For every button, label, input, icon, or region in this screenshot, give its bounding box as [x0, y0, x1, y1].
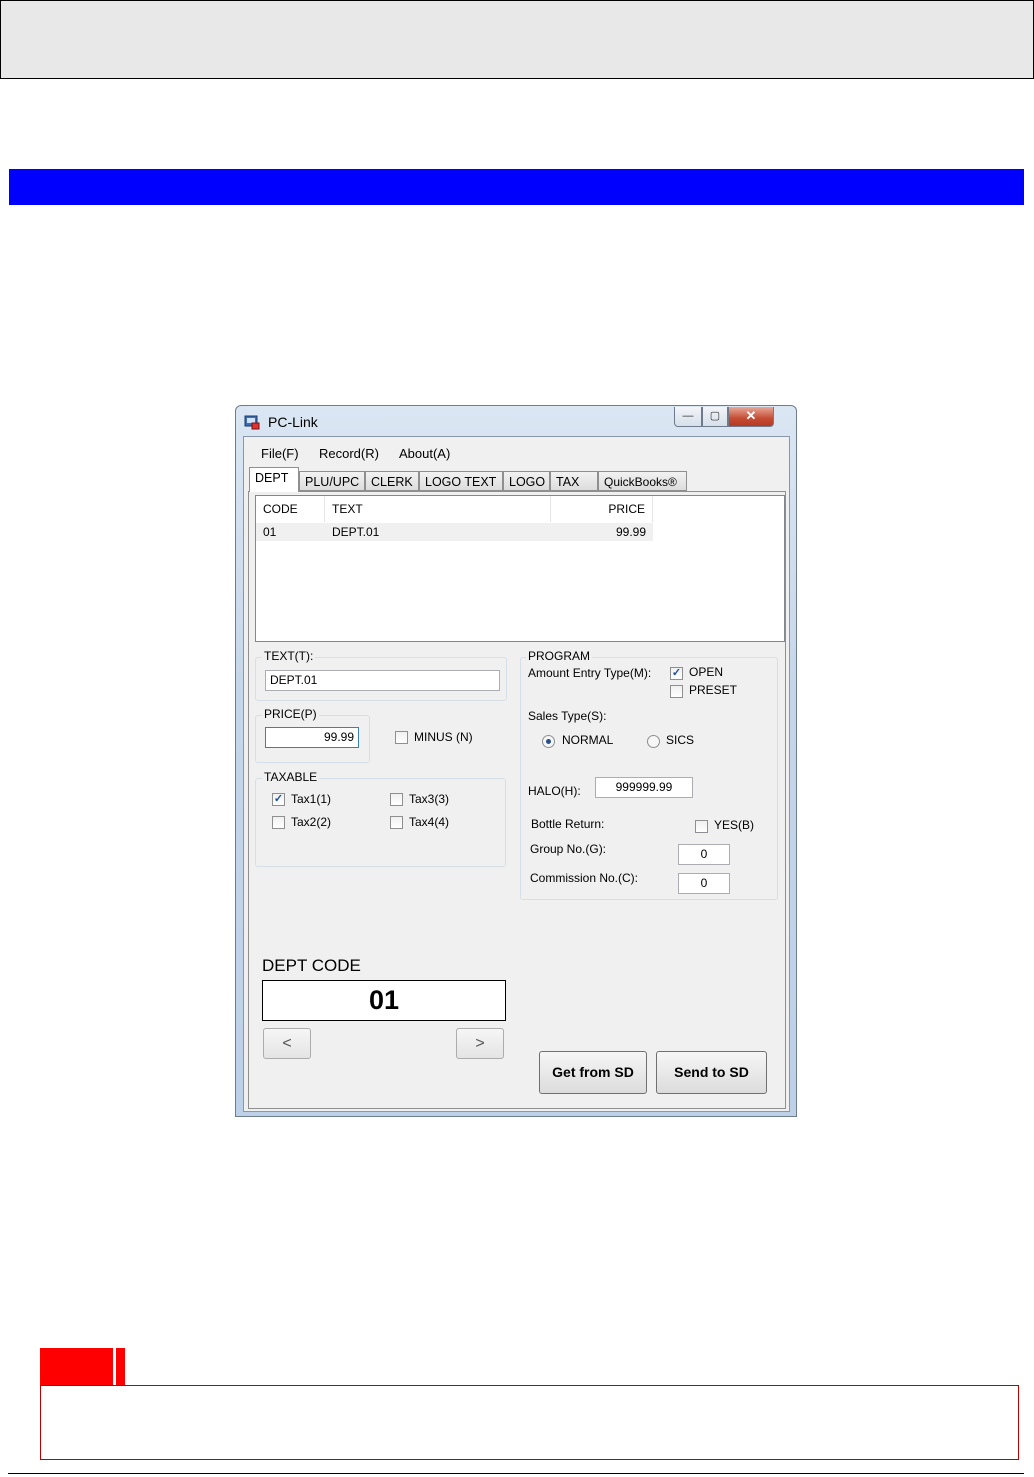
tab-tax[interactable]: TAX	[550, 471, 598, 491]
bottle-return-checkbox[interactable]	[695, 820, 708, 833]
minimize-button[interactable]: —	[674, 407, 702, 427]
minus-label: MINUS (N)	[414, 730, 473, 744]
price-group-label: PRICE(P)	[262, 707, 319, 721]
row-cell-text[interactable]: DEPT.01	[325, 523, 551, 541]
column-header-text[interactable]: TEXT	[325, 496, 551, 522]
section-heading-bar	[9, 169, 1024, 205]
normal-radio[interactable]	[542, 735, 555, 748]
row-cell-code[interactable]: 01	[256, 523, 325, 541]
maximize-button[interactable]: ▢	[702, 407, 728, 427]
open-label: OPEN	[689, 665, 724, 679]
dept-code-label: DEPT CODE	[262, 956, 361, 975]
tax4-label: Tax4(4)	[409, 815, 450, 829]
menu-file[interactable]: File(F)	[261, 446, 299, 461]
footer-rule	[8, 1473, 1024, 1474]
app-icon	[244, 414, 260, 430]
halo-input[interactable]: 999999.99	[595, 777, 693, 798]
get-from-sd-button[interactable]: Get from SD	[539, 1051, 647, 1094]
tax2-label: Tax2(2)	[291, 815, 332, 829]
tax2-checkbox[interactable]	[272, 816, 285, 829]
prev-dept-button[interactable]: <	[263, 1028, 311, 1059]
tax1-label: Tax1(1)	[291, 792, 332, 806]
halo-label: HALO(H):	[528, 784, 581, 798]
normal-label: NORMAL	[562, 733, 614, 747]
row-cell-price[interactable]: 99.99	[551, 523, 653, 541]
program-group-label: PROGRAM	[526, 649, 593, 663]
pc-link-window: PC-Link — ▢ ✕ File(F) Record(R) About(A)…	[235, 405, 797, 1117]
sics-radio[interactable]	[647, 735, 660, 748]
taxable-group-label: TAXABLE	[262, 770, 320, 784]
send-to-sd-button[interactable]: Send to SD	[656, 1051, 767, 1094]
window-title: PC-Link	[268, 414, 318, 430]
tab-clerk[interactable]: CLERK	[365, 471, 419, 491]
yes-label: YES(B)	[714, 818, 755, 832]
commission-no-input[interactable]: 0	[678, 873, 730, 894]
amount-entry-type-label: Amount Entry Type(M):	[528, 666, 652, 680]
column-header-code[interactable]: CODE	[256, 496, 325, 522]
text-input[interactable]: DEPT.01	[265, 670, 500, 691]
open-checkbox[interactable]: ✓	[670, 667, 683, 680]
minus-checkbox[interactable]	[395, 731, 408, 744]
text-group-label: TEXT(T):	[262, 649, 316, 663]
preset-label: PRESET	[689, 683, 738, 697]
window-client-area: File(F) Record(R) About(A) DEPT PLU/UPC …	[243, 436, 790, 1112]
next-dept-button[interactable]: >	[456, 1028, 504, 1059]
menu-about[interactable]: About(A)	[399, 446, 450, 461]
sics-label: SICS	[666, 733, 695, 747]
column-header-price[interactable]: PRICE	[551, 496, 653, 522]
group-no-input[interactable]: 0	[678, 844, 730, 865]
tab-dept[interactable]: DEPT	[249, 467, 299, 492]
note-box	[40, 1385, 1019, 1460]
close-button[interactable]: ✕	[728, 407, 774, 427]
menu-record[interactable]: Record(R)	[319, 446, 379, 461]
price-input[interactable]: 99.99	[265, 727, 359, 748]
group-no-label: Group No.(G):	[530, 842, 607, 856]
dept-list[interactable]: CODE TEXT PRICE 01 DEPT.01 99.99	[255, 495, 785, 642]
commission-no-label: Commission No.(C):	[530, 871, 639, 885]
dept-code-display: 01	[262, 980, 506, 1021]
tab-plu-upc[interactable]: PLU/UPC	[299, 471, 365, 491]
tab-logo[interactable]: LOGO	[503, 471, 550, 491]
tab-logo-text[interactable]: LOGO TEXT	[419, 471, 503, 491]
tax4-checkbox[interactable]	[390, 816, 403, 829]
tab-quickbooks[interactable]: QuickBooks®	[598, 471, 687, 491]
page-header-band	[0, 0, 1034, 79]
bottle-return-label: Bottle Return:	[531, 817, 605, 831]
sales-type-label: Sales Type(S):	[528, 709, 607, 723]
tax1-checkbox[interactable]: ✓	[272, 793, 285, 806]
preset-checkbox[interactable]	[670, 685, 683, 698]
tax3-label: Tax3(3)	[409, 792, 450, 806]
tax3-checkbox[interactable]	[390, 793, 403, 806]
